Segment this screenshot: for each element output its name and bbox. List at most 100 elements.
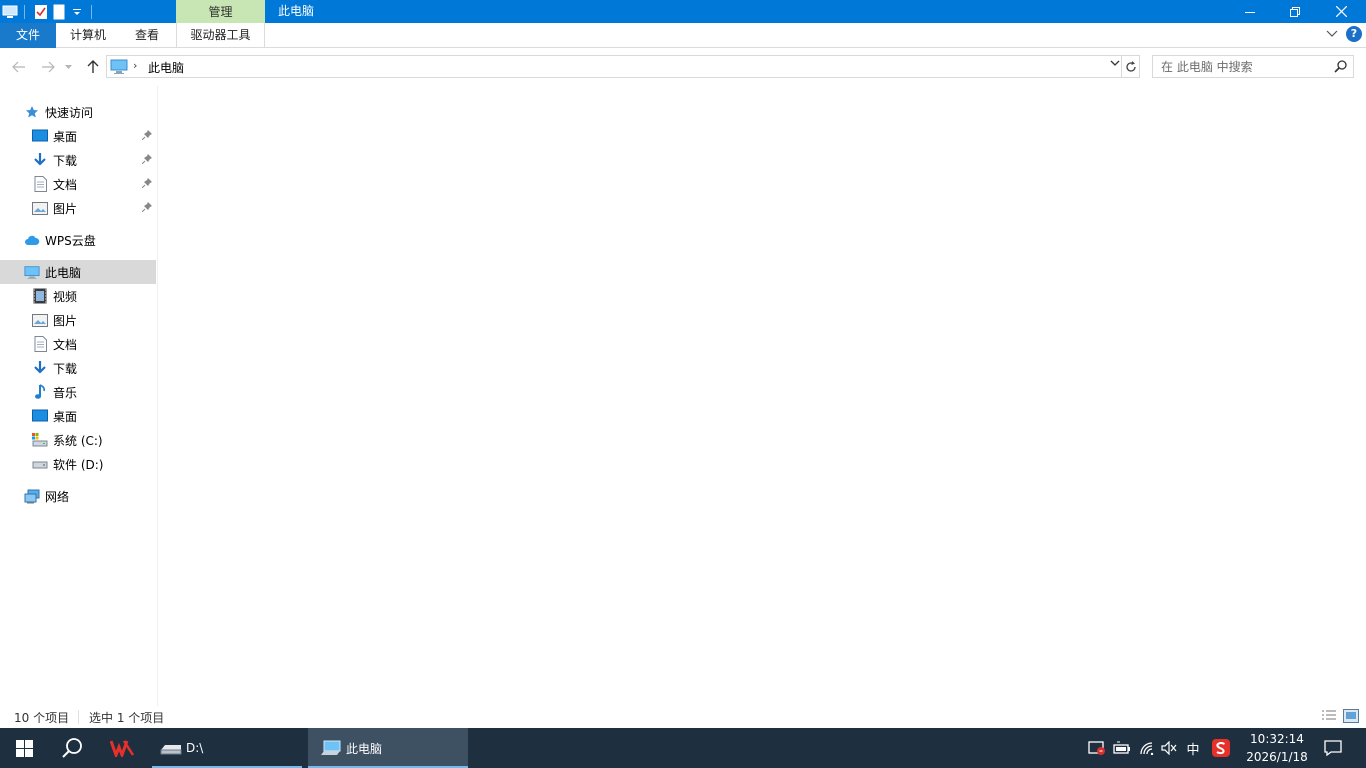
video-icon: [32, 288, 48, 304]
volume-muted-icon[interactable]: [1158, 728, 1180, 768]
taskbar-app-label: 此电脑: [346, 741, 383, 756]
taskbar-app-label: D:\: [186, 741, 204, 755]
search-icon[interactable]: [1334, 60, 1347, 73]
file-list-area[interactable]: [158, 86, 1366, 706]
close-button[interactable]: [1318, 0, 1364, 23]
pin-icon[interactable]: [142, 202, 152, 212]
sidebar-item-label: 图片: [53, 313, 78, 328]
sidebar-item-network[interactable]: 网络: [0, 484, 156, 508]
sidebar-item-label: 图片: [53, 201, 78, 216]
sidebar-item-music[interactable]: 音乐: [0, 380, 156, 404]
security-tray-icon[interactable]: [1086, 728, 1108, 768]
help-icon[interactable]: ?: [1346, 26, 1362, 42]
pin-icon[interactable]: [142, 178, 152, 188]
sidebar-item-label: 桌面: [53, 129, 78, 144]
minimize-icon: [1245, 11, 1255, 13]
restore-icon: [1290, 6, 1300, 17]
sidebar-item-label: 下载: [53, 361, 78, 376]
ribbon-controls: ?: [1326, 26, 1362, 42]
status-bar: 10 个项目 选中 1 个项目: [0, 706, 1366, 728]
network-icon: [24, 488, 40, 504]
sidebar-item-label: 音乐: [53, 385, 78, 400]
sidebar-item-downloads[interactable]: 下载: [0, 148, 156, 172]
star-icon: [24, 104, 40, 120]
picture-icon: [32, 200, 48, 216]
taskbar-app-this-pc[interactable]: 此电脑: [308, 728, 468, 768]
ribbon-tab-bar: 文件 计算机 查看 驱动器工具 ?: [0, 23, 1366, 48]
windows-logo-icon: [15, 739, 33, 757]
sidebar-item-drive-c[interactable]: 系统 (C:): [0, 428, 156, 452]
desktop-icon: [32, 128, 48, 144]
ime-indicator[interactable]: 中: [1182, 728, 1204, 768]
up-button[interactable]: [83, 58, 103, 76]
this-pc-icon: [24, 264, 40, 280]
sidebar-item-downloads[interactable]: 下载: [0, 356, 156, 380]
sidebar-item-drive-d[interactable]: 软件 (D:): [0, 452, 156, 476]
clock-time: 10:32:14: [1250, 732, 1304, 746]
search-icon: [62, 738, 82, 758]
sidebar-item-documents[interactable]: 文档: [0, 172, 156, 196]
start-button[interactable]: [0, 728, 48, 768]
sidebar-item-videos[interactable]: 视频: [0, 284, 156, 308]
taskbar: D:\ 此电脑 中 10:32:14 2026/1/18: [0, 728, 1366, 768]
sidebar-item-quick-access[interactable]: 快速访问: [0, 100, 156, 124]
new-folder-icon[interactable]: [51, 4, 67, 20]
document-icon: [32, 336, 48, 352]
notification-center-button[interactable]: [1318, 728, 1348, 768]
properties-icon[interactable]: [33, 4, 49, 20]
drive-icon: [160, 745, 182, 755]
refresh-button[interactable]: [1122, 55, 1140, 78]
minimize-button[interactable]: [1227, 0, 1273, 23]
sidebar-item-this-pc[interactable]: 此电脑: [0, 260, 156, 284]
sidebar-item-wps-cloud[interactable]: WPS云盘: [0, 228, 156, 252]
battery-icon[interactable]: [1110, 728, 1134, 768]
sidebar-item-desktop[interactable]: 桌面: [0, 124, 156, 148]
download-icon: [32, 152, 48, 168]
breadcrumb-this-pc[interactable]: 此电脑: [148, 59, 184, 76]
tab-computer[interactable]: 计算机: [60, 23, 116, 48]
forward-button[interactable]: [38, 58, 58, 76]
tab-view[interactable]: 查看: [125, 23, 169, 48]
pin-icon[interactable]: [142, 154, 152, 164]
music-icon: [32, 384, 48, 400]
expand-ribbon-icon[interactable]: [1326, 30, 1338, 38]
qat-dropdown-icon[interactable]: [69, 4, 85, 20]
pin-icon[interactable]: [142, 130, 152, 140]
document-icon: [32, 176, 48, 192]
recent-locations-button[interactable]: [62, 58, 74, 76]
sidebar-item-label: 文档: [53, 177, 78, 192]
sidebar-item-pictures[interactable]: 图片: [0, 196, 156, 220]
restore-button[interactable]: [1272, 0, 1318, 23]
sidebar-item-label: 桌面: [53, 409, 78, 424]
status-divider: [78, 710, 79, 724]
search-input[interactable]: [1161, 59, 1329, 75]
address-history-dropdown-icon[interactable]: [1110, 59, 1120, 70]
sidebar-item-label: 网络: [45, 489, 70, 504]
sidebar-item-pictures[interactable]: 图片: [0, 308, 156, 332]
sidebar-item-label: 此电脑: [45, 265, 82, 280]
sidebar-item-desktop[interactable]: 桌面: [0, 404, 156, 428]
clock[interactable]: 10:32:14 2026/1/18: [1240, 730, 1314, 766]
context-tab-manage[interactable]: 管理: [176, 0, 265, 23]
wifi-icon[interactable]: [1136, 728, 1158, 768]
wps-app-button[interactable]: [98, 728, 146, 768]
back-arrow-icon: [12, 61, 25, 73]
search-taskbar-button[interactable]: [48, 728, 96, 768]
up-arrow-icon: [87, 60, 99, 73]
details-view-icon[interactable]: [1321, 709, 1337, 723]
tab-drive-tools[interactable]: 驱动器工具: [176, 23, 265, 48]
back-button[interactable]: [9, 58, 29, 76]
tab-file[interactable]: 文件: [0, 23, 56, 48]
quick-access-toolbar: [0, 0, 98, 23]
sidebar-item-label: WPS云盘: [45, 233, 96, 248]
sidebar-item-documents[interactable]: 文档: [0, 332, 156, 356]
large-icons-view-icon[interactable]: [1343, 709, 1359, 723]
sogou-ime-icon[interactable]: [1208, 728, 1234, 768]
refresh-icon: [1125, 60, 1136, 72]
address-bar[interactable]: › 此电脑: [106, 55, 1122, 78]
search-box[interactable]: [1152, 55, 1354, 78]
this-pc-app-icon[interactable]: [2, 4, 18, 20]
taskbar-app-drive-d[interactable]: D:\: [152, 728, 302, 768]
close-icon: [1335, 6, 1347, 17]
breadcrumb-chevron-icon[interactable]: ›: [133, 59, 137, 72]
